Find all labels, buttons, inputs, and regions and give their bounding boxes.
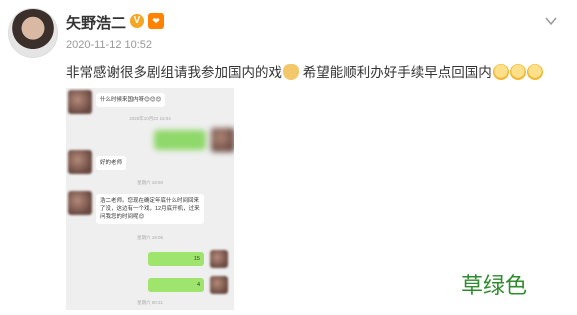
chat-time: 星期六 18:50 xyxy=(136,180,163,185)
chat-screenshot-image[interactable]: 什么时候来国内呀😊😊😊 2020年10月22 15:04 好的老师 星期六 18… xyxy=(66,88,234,310)
praying-hands-icon xyxy=(283,64,299,80)
verified-badge-icon: V xyxy=(130,14,144,28)
laughing-emoji-icon xyxy=(509,64,526,80)
chevron-down-icon[interactable] xyxy=(544,14,558,28)
chat-message: 4 xyxy=(148,278,204,292)
chat-message: 好的老师 xyxy=(96,156,127,170)
post-text-part1: 非常感谢很多剧组请我参加国内的戏 xyxy=(66,65,282,80)
chat-avatar xyxy=(210,250,228,268)
blurred-message xyxy=(154,130,206,150)
chat-avatar xyxy=(210,276,228,294)
watermark: 草绿色 xyxy=(460,273,527,298)
chat-time: 星期六 00:21 xyxy=(136,300,163,305)
username[interactable]: 矢野浩二 xyxy=(66,12,126,33)
post-text: 非常感谢很多剧组请我参加国内的戏 希望能顺利办好手续早点回国内 xyxy=(66,61,543,81)
chat-time: 2020年10月22 15:04 xyxy=(129,116,171,121)
avatar[interactable] xyxy=(8,8,58,58)
chat-message: 什么时候来国内呀😊😊😊 xyxy=(96,93,166,107)
laughing-emoji-icon xyxy=(492,64,509,80)
vip-badge-icon: ❤ xyxy=(148,13,164,29)
chat-avatar xyxy=(68,150,92,174)
laughing-emoji-icon xyxy=(526,64,543,80)
post-timestamp[interactable]: 2020-11-12 10:52 xyxy=(66,39,152,51)
chat-avatar xyxy=(68,191,92,215)
chat-avatar xyxy=(211,128,234,152)
post-text-part2: 希望能顺利办好手续早点回国内 xyxy=(302,65,492,80)
chat-message: 浩二老师。您现在确定年底什么时间回来了没，这边有一个戏，12月底开机，过来问我您… xyxy=(96,194,204,224)
post-header: 矢野浩二 V ❤ 2020-11-12 10:52 xyxy=(8,8,568,60)
chat-message: 15 xyxy=(148,252,204,266)
chat-time: 星期六 19:06 xyxy=(136,235,163,240)
chat-avatar xyxy=(68,90,92,114)
